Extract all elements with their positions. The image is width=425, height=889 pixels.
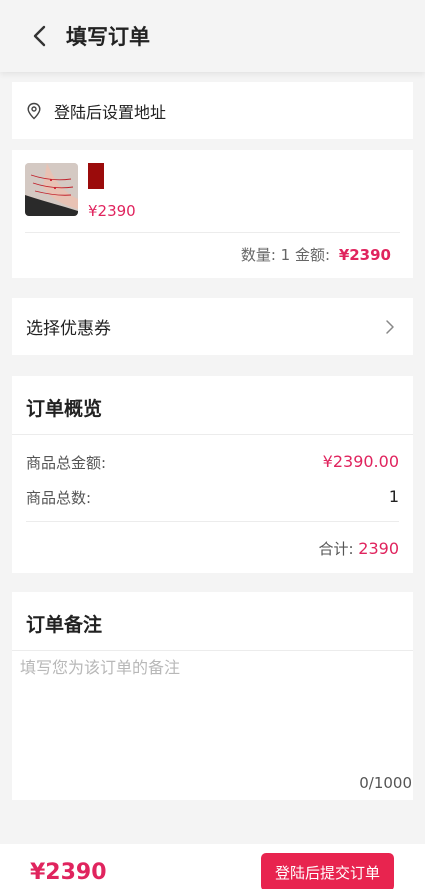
goods-count-label: 商品总数:	[26, 489, 92, 507]
remark-title: 订单备注	[26, 614, 103, 636]
bottom-bar: ¥2390 登陆后提交订单	[0, 844, 425, 889]
product-thumbnail[interactable]	[25, 163, 78, 216]
divider	[12, 650, 413, 651]
product-color-swatch	[88, 163, 104, 189]
goods-count-value: 1	[388, 487, 399, 506]
divider	[25, 232, 400, 233]
chevron-right-icon	[386, 319, 394, 334]
back-button[interactable]	[16, 12, 64, 60]
amount-label: 金额:	[294, 246, 331, 264]
remark-char-counter: 0/1000	[359, 774, 412, 792]
coupon-selector[interactable]: 选择优惠券	[12, 298, 413, 355]
header-bar: 填写订单	[0, 0, 425, 72]
submit-order-button[interactable]: 登陆后提交订单	[261, 853, 394, 889]
order-overview: 订单概览 商品总金额: ¥2390.00 商品总数: 1 合计: 2390	[12, 376, 413, 573]
sum-value: 2390	[358, 539, 399, 558]
amount-value: ¥2390	[338, 246, 391, 264]
bottom-total-price: ¥2390	[30, 860, 107, 885]
address-selector[interactable]: 登陆后设置地址	[12, 82, 413, 139]
goods-total-row: 商品总金额: ¥2390.00	[26, 452, 399, 473]
product-price: ¥2390	[88, 202, 136, 220]
quantity-label: 数量: 1	[240, 246, 291, 264]
remark-input[interactable]	[20, 654, 406, 764]
address-text: 登陆后设置地址	[54, 102, 167, 122]
product-summary: 数量: 1 金额: ¥2390	[241, 244, 391, 265]
location-pin-icon	[27, 102, 41, 119]
goods-total-label: 商品总金额:	[26, 454, 107, 472]
divider	[12, 434, 413, 435]
divider	[26, 521, 399, 522]
sum-label: 合计:	[318, 540, 354, 558]
coupon-label: 选择优惠券	[26, 319, 111, 339]
overview-title: 订单概览	[26, 398, 103, 420]
chevron-left-icon	[33, 25, 46, 47]
goods-total-value: ¥2390.00	[322, 452, 399, 471]
goods-count-row: 商品总数: 1	[26, 487, 399, 508]
page-title: 填写订单	[66, 25, 150, 49]
order-remark: 订单备注 0/1000	[12, 592, 413, 800]
order-sum: 合计: 2390	[318, 538, 399, 559]
product-card: ¥2390 数量: 1 金额: ¥2390	[12, 150, 413, 278]
